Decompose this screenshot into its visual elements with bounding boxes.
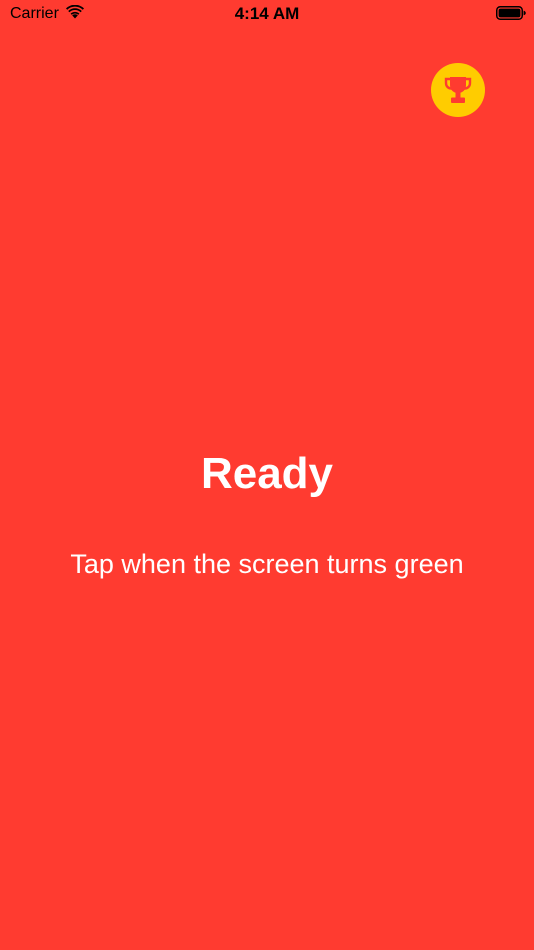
status-title: Ready — [200, 449, 334, 498]
status-bar: Carrier 4:14 AM — [0, 0, 534, 30]
trophy-icon — [444, 77, 472, 103]
battery-icon — [496, 6, 526, 20]
instruction-text: Tap when the screen turns green — [70, 549, 464, 579]
reaction-screen[interactable]: Carrier 4:14 AM Ready Tap when the scree… — [0, 0, 534, 950]
status-time: 4:14 AM — [234, 4, 300, 23]
leaderboard-button[interactable] — [431, 63, 485, 117]
